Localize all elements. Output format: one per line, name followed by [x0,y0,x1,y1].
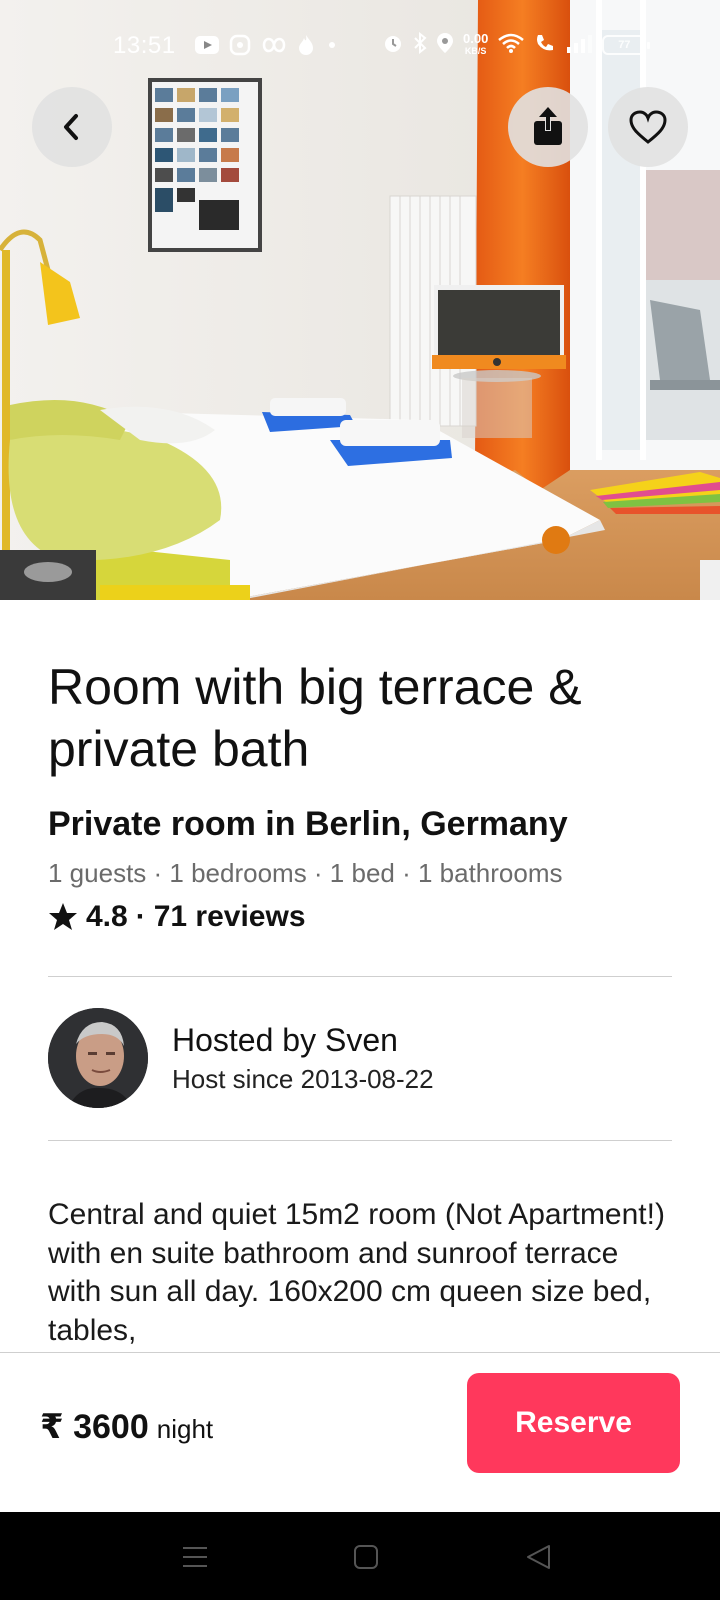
reviews-count: 71 reviews [153,900,306,933]
host-name: Hosted by Sven [172,1022,398,1058]
call-icon [534,32,556,59]
system-nav-bar [0,1512,720,1600]
heart-icon [629,110,667,144]
rating-value: 4.8 [86,900,128,933]
rating-row[interactable]: 4.8 · 71 reviews [48,900,306,934]
flame-icon [297,34,315,56]
star-icon [49,903,77,930]
price-unit: night [156,1414,214,1444]
youtube-icon [195,36,219,54]
favorite-button[interactable] [608,87,688,167]
recent-apps-button[interactable] [180,1542,210,1572]
battery-icon: 77 [602,35,651,55]
alarm-icon [382,32,404,59]
status-time: 13:51 [113,32,176,59]
price-amount: ₹ 3600 [40,1408,149,1446]
signal-icon [565,32,593,59]
reserve-button[interactable]: Reserve [467,1373,680,1473]
bluetooth-icon [413,31,427,59]
host-avatar[interactable] [48,1008,148,1108]
home-button[interactable] [351,1542,381,1572]
square-icon [354,1545,378,1569]
price-display: ₹ 3600 night [40,1407,213,1447]
listing-title: Room with big terrace & private bath [48,659,582,777]
notification-icons [195,30,339,60]
divider [48,1140,672,1141]
share-button[interactable] [508,87,588,167]
network-speed: 0.00 KB/S [463,31,489,56]
infinity-app-icon [261,34,287,56]
chevron-left-icon [64,114,78,140]
listing-photo[interactable]: 13:51 0.00 KB/S 77 [0,0,720,600]
wifi-icon [497,32,525,59]
booking-bar: ₹ 3600 night Reserve [0,1352,720,1512]
rating-separator: · [135,900,146,933]
share-icon [534,107,562,145]
triangle-back-icon [527,1545,550,1569]
back-button[interactable] [32,87,112,167]
listing-description: Central and quiet 15m2 room (Not Apartme… [48,1198,665,1347]
app-notification-icon [229,34,251,56]
system-status-icons: 0.00 KB/S 77 [382,30,651,60]
menu-icon [183,1547,207,1567]
divider [48,976,672,977]
host-since: Host since 2013-08-22 [172,1064,434,1094]
listing-capacity: 1 guests · 1 bedrooms · 1 bed · 1 bathro… [48,858,563,888]
dot-icon [325,38,339,52]
host-photo [48,1008,148,1108]
system-back-button[interactable] [524,1542,554,1572]
location-icon [436,32,454,59]
status-bar: 13:51 0.00 KB/S 77 [0,0,720,90]
room-photo [0,0,720,600]
listing-subtitle: Private room in Berlin, Germany [48,805,568,843]
